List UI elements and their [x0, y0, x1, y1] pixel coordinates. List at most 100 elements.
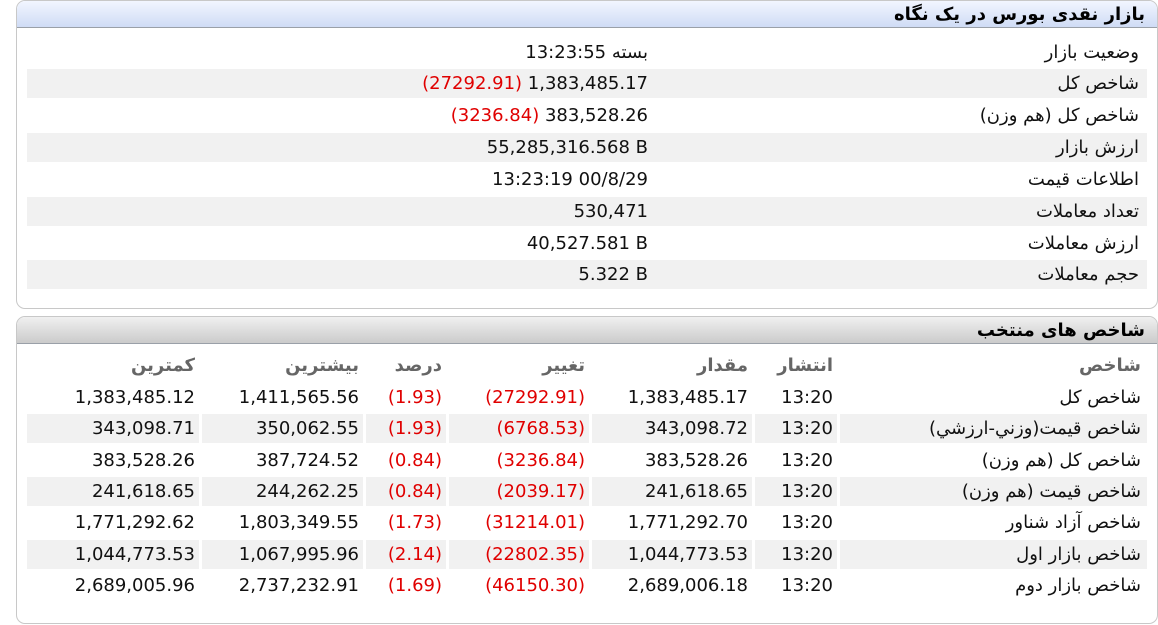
- index-row: 1,383,485.12 1,411,565.56 (1.93) (27292.91)…: [27, 383, 1147, 412]
- index-percent: (0.84): [366, 476, 446, 506]
- index-row: 383,528.26 387,724.52 (0.84) (3236.84) 383,5…: [27, 446, 1147, 475]
- index-name: شاخص کل: [1059, 387, 1141, 408]
- market-row-label: شاخص کل (هم وزن): [979, 105, 1139, 126]
- index-time: 13:20: [781, 574, 833, 596]
- index-percent: (0.84): [387, 449, 442, 471]
- index-min: 1,383,485.12: [74, 387, 195, 408]
- market-row-value: 13:23:19 00/8/29: [27, 165, 652, 194]
- index-change: (27292.91): [485, 387, 585, 408]
- market-row-label: ارزش بازار: [651, 133, 1147, 162]
- index-time: 13:20: [755, 476, 837, 506]
- market-row-value-text: 13:23:19 00/8/29: [492, 169, 648, 190]
- index-change: (31214.01): [485, 512, 585, 534]
- index-min: 383,528.26: [91, 449, 195, 471]
- market-row-value: (27292.91) 1,383,485.17: [27, 69, 652, 98]
- market-row: (27292.91) 1,383,485.17 شاخص کل: [27, 69, 1147, 98]
- index-name: شاخص بازار اول: [840, 539, 1147, 569]
- index-row: 1,044,773.53 1,067,995.96 (2.14) (22802.35)…: [27, 539, 1147, 569]
- index-change: (6768.53): [449, 414, 589, 444]
- index-row: 343,098.71 350,062.55 (1.93) (6768.53) 343,0…: [27, 414, 1147, 444]
- market-row-change: (27292.91): [422, 73, 528, 94]
- index-max: 1,803,349.55: [238, 512, 359, 534]
- market-row: 530,471 تعداد معاملات: [27, 197, 1147, 226]
- index-max: 244,262.25: [202, 476, 363, 506]
- market-row: بسته 13:23:55 وضعیت بازار: [27, 38, 1147, 67]
- index-min: 1,771,292.62: [74, 512, 195, 534]
- market-row-label: ارزش معاملات: [1027, 233, 1139, 254]
- index-time: 13:20: [755, 414, 837, 444]
- market-row: 5.322 B حجم معاملات: [27, 260, 1147, 289]
- index-change: (3236.84): [496, 449, 585, 471]
- market-row-value: 55,285,316.568 B: [27, 133, 652, 162]
- market-row-label: شاخص کل: [651, 69, 1147, 98]
- index-name: شاخص قیمت (هم وزن): [840, 476, 1147, 506]
- index-min: 1,044,773.53: [27, 539, 199, 569]
- index-percent: (1.73): [387, 512, 442, 534]
- index-min: 2,689,005.96: [74, 574, 195, 596]
- market-row-value: (3236.84) 383,528.26: [27, 101, 652, 130]
- index-name: شاخص بازار دوم: [1015, 574, 1141, 596]
- index-max: 350,062.55: [202, 414, 363, 444]
- index-value: 343,098.72: [592, 414, 752, 444]
- header-change: تغییر: [542, 355, 585, 376]
- index-time: 13:20: [781, 387, 833, 408]
- market-row-value: بسته 13:23:55: [27, 38, 652, 67]
- market-row: 13:23:19 00/8/29 اطلاعات قیمت: [27, 165, 1147, 194]
- market-overview-panel: بازار نقدی بورس در یک نگاه بسته 13:23:55…: [16, 0, 1158, 309]
- market-row: 40,527.581 B ارزش معاملات: [27, 229, 1147, 258]
- market-row-value-text: 40,527.581 B: [526, 233, 648, 254]
- selected-indices-panel: شاخص های منتخب کمترین بیشترین درصد تغییر…: [16, 316, 1158, 624]
- index-name: شاخص کل (هم وزن): [981, 449, 1141, 471]
- market-overview-title: بازار نقدی بورس در یک نگاه: [17, 1, 1157, 28]
- index-row: 2,689,005.96 2,737,232.91 (1.69) (46150.30)…: [27, 571, 1147, 600]
- index-max: 2,737,232.91: [238, 574, 359, 596]
- market-row-label: اطلاعات قیمت: [1027, 169, 1139, 190]
- market-row-value-text: بسته 13:23:55: [525, 42, 648, 63]
- market-row-value: 530,471: [27, 197, 652, 226]
- index-percent: (1.69): [387, 574, 442, 596]
- market-row-value-text: 1,383,485.17: [527, 73, 648, 94]
- header-value: مقدار: [696, 355, 748, 376]
- index-percent: (1.93): [387, 387, 442, 408]
- index-row: 1,771,292.62 1,803,349.55 (1.73) (31214.01)…: [27, 508, 1147, 537]
- header-max: بیشترین: [285, 355, 359, 376]
- index-change: (2039.17): [449, 476, 589, 506]
- index-change: (46150.30): [485, 574, 585, 596]
- header-time: انتشار: [777, 355, 833, 376]
- index-percent: (1.93): [366, 414, 446, 444]
- index-min: 241,618.65: [27, 476, 199, 506]
- index-min: 343,098.71: [27, 414, 199, 444]
- market-row-value: 40,527.581 B: [27, 229, 652, 258]
- header-min: کمترین: [130, 355, 195, 376]
- index-row: 241,618.65 244,262.25 (0.84) (2039.17) 241,6…: [27, 476, 1147, 506]
- market-row-change: (3236.84): [450, 105, 545, 126]
- market-row-value-text: 5.322 B: [578, 264, 648, 285]
- index-value: 241,618.65: [592, 476, 752, 506]
- index-max: 1,411,565.56: [238, 387, 359, 408]
- index-time: 13:20: [781, 449, 833, 471]
- index-value: 383,528.26: [644, 449, 748, 471]
- market-row-label: وضعیت بازار: [1044, 42, 1139, 63]
- header-percent: درصد: [394, 355, 442, 376]
- header-name: شاخص: [1079, 355, 1141, 376]
- market-row-label: حجم معاملات: [651, 260, 1147, 289]
- market-row-value-text: 55,285,316.568 B: [486, 137, 648, 158]
- index-name: شاخص آزاد شناور: [1005, 512, 1141, 534]
- index-name: شاخص قیمت(وزني-ارزشي): [840, 414, 1147, 444]
- selected-indices-title: شاخص های منتخب: [17, 317, 1157, 344]
- index-time: 13:20: [755, 539, 837, 569]
- market-row-label: تعداد معاملات: [651, 197, 1147, 226]
- index-max: 1,067,995.96: [202, 539, 363, 569]
- index-value: 2,689,006.18: [627, 574, 748, 596]
- market-row: (3236.84) 383,528.26 شاخص کل (هم وزن): [27, 101, 1147, 130]
- market-row-value-text: 383,528.26: [544, 105, 648, 126]
- index-value: 1,044,773.53: [592, 539, 752, 569]
- index-max: 387,724.52: [255, 449, 359, 471]
- market-row-value: 5.322 B: [27, 260, 652, 289]
- index-percent: (2.14): [366, 539, 446, 569]
- index-change: (22802.35): [449, 539, 589, 569]
- index-value: 1,383,485.17: [627, 387, 748, 408]
- index-time: 13:20: [781, 512, 833, 534]
- index-value: 1,771,292.70: [627, 512, 748, 534]
- market-row: 55,285,316.568 B ارزش بازار: [27, 133, 1147, 162]
